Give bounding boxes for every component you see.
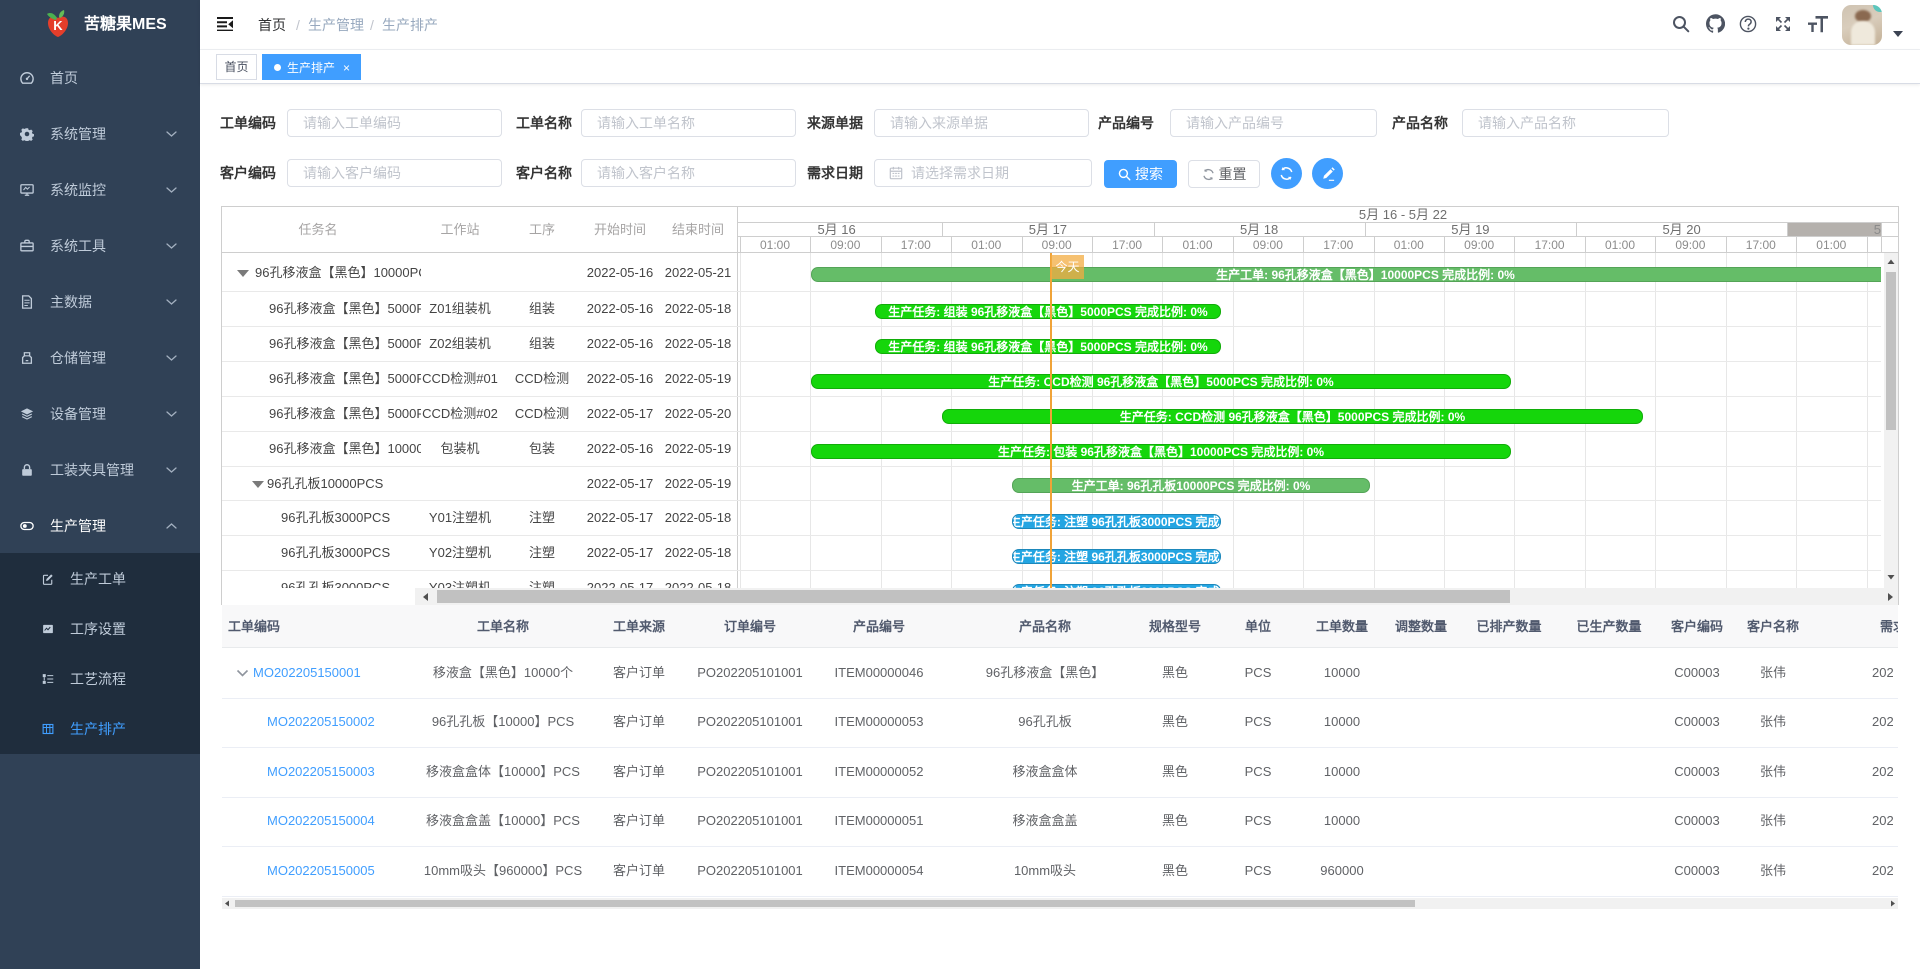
svg-text:K: K — [53, 18, 63, 33]
